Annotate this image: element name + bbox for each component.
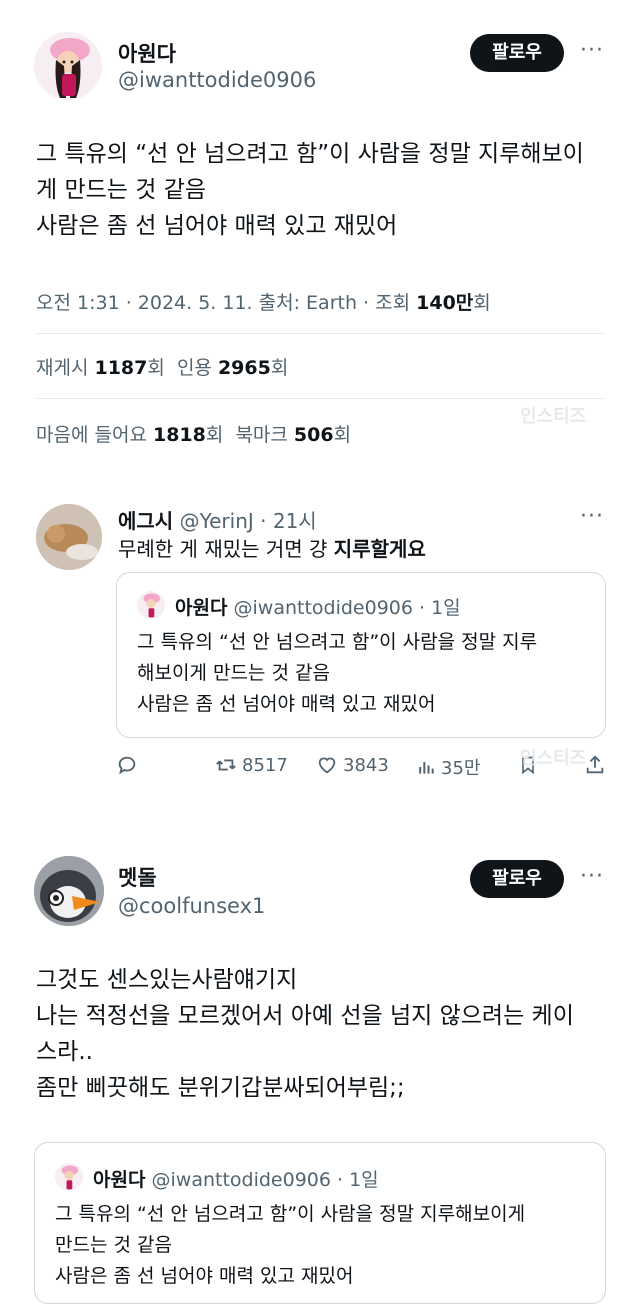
bookmark-count: 506 <box>293 424 334 446</box>
tweet-line: 게 만드는 것 같음 <box>36 177 207 203</box>
more-options-icon[interactable]: ··· <box>580 38 604 63</box>
view-count: 35만 <box>441 758 481 779</box>
reply-text-prefix: 무례한 게 재밌는 거면 걍 <box>118 537 334 561</box>
quote-label: 인용 <box>176 357 218 379</box>
avatar-figure-icon <box>61 1165 79 1190</box>
repost-quote-stats: 재게시 1187회 인용 2965회 <box>36 353 288 380</box>
like-count: 3843 <box>343 754 389 776</box>
author-name[interactable]: 에그시 <box>118 509 173 533</box>
author-name[interactable]: 아원다 <box>118 38 176 68</box>
reply-header: 에그시 @YerinJ · 21시 <box>118 505 317 534</box>
repost-suffix: 회 <box>147 357 165 379</box>
view-count: 140만 <box>416 292 474 314</box>
like-count: 1818 <box>152 424 206 446</box>
tweet-meta: 오전 1:31 · 2024. 5. 11. 출처: Earth · 조회 14… <box>36 288 491 315</box>
bookmark-suffix: 회 <box>333 424 352 446</box>
cat-photo-icon <box>36 504 102 570</box>
retweet-icon <box>216 759 236 771</box>
quote-line: 그 특유의 “선 안 넘으려고 함”이 사람을 정말 지루 <box>137 631 538 653</box>
retweet-button[interactable]: 8517 <box>215 754 288 776</box>
tweet-line: 그 특유의 “선 안 넘으려고 함”이 사람을 정말 지루해보이 <box>36 141 584 167</box>
quote-header: 아원다 @iwanttodide0906 · 1일 <box>93 1165 379 1192</box>
reply-text-bold: 지루할게요 <box>333 537 426 561</box>
quoted-tweet[interactable]: 아원다 @iwanttodide0906 · 1일 그 특유의 “선 안 넘으려… <box>116 572 606 738</box>
penguin-avatar-icon <box>34 856 104 926</box>
tweet-text: 그 특유의 “선 안 넘으려고 함”이 사람을 정말 지루해보이 게 만드는 것… <box>36 136 626 244</box>
like-bookmark-stats: 마음에 들어요 1818회 북마크 506회 <box>36 420 351 447</box>
quote-line: 사람은 좀 선 넘어야 매력 있고 재밌어 <box>137 693 436 715</box>
tweet-text: 그것도 센스있는사람얘기지 나는 적정선을 모르겠어서 아예 선을 넘지 않으려… <box>36 962 626 1106</box>
like-label: 마음에 들어요 <box>36 424 153 446</box>
follow-button[interactable]: 팔로우 <box>470 860 564 898</box>
bookmark-stat[interactable]: 북마크 506회 <box>235 424 351 446</box>
like-button[interactable]: 3843 <box>316 754 389 776</box>
quote-stat[interactable]: 인용 2965회 <box>177 357 288 379</box>
repost-label: 재게시 <box>36 357 95 379</box>
quote-handle-time: @iwanttodide0906 · 1일 <box>233 597 461 619</box>
divider <box>36 333 606 334</box>
share-icon <box>586 755 604 774</box>
avatar[interactable] <box>34 32 102 100</box>
views-button[interactable]: 35만 <box>416 754 480 780</box>
heart-icon <box>318 757 336 774</box>
tweet-line: 좀만 삐끗해도 분위기갑분싸되어부림;; <box>36 1075 405 1101</box>
avatar[interactable] <box>34 856 104 926</box>
quote-author-name: 아원다 <box>175 597 228 619</box>
reply-text: 무례한 게 재밌는 거면 걍 지루할게요 <box>118 533 426 562</box>
quote-line: 해보이게 만드는 것 같음 <box>137 662 330 684</box>
follow-button[interactable]: 팔로우 <box>470 34 564 72</box>
quote-line: 그 특유의 “선 안 넘으려고 함”이 사람을 정말 지루해보이게 <box>55 1203 526 1225</box>
author-handle[interactable]: @iwanttodide0906 <box>118 68 316 92</box>
author-handle[interactable]: @coolfunsex1 <box>118 894 265 918</box>
tweet-line: 사람은 좀 선 넘어야 매력 있고 재밌어 <box>36 213 398 239</box>
tweet-line: 스라.. <box>36 1039 93 1065</box>
quote-text: 그 특유의 “선 안 넘으려고 함”이 사람을 정말 지루해보이게 만드는 것 … <box>55 1199 525 1292</box>
avatar <box>137 591 165 619</box>
watermark: 인스티즈 <box>520 748 587 769</box>
author-handle-time[interactable]: @YerinJ · 21시 <box>180 509 317 533</box>
retweet-count: 8517 <box>242 754 288 776</box>
share-button[interactable] <box>584 754 611 776</box>
quote-line: 사람은 좀 선 넘어야 매력 있고 재밌어 <box>55 1265 354 1287</box>
reply-button[interactable] <box>116 754 143 776</box>
view-suffix: 회 <box>473 292 491 314</box>
more-options-icon[interactable]: ··· <box>580 504 604 529</box>
repost-stat[interactable]: 재게시 1187회 <box>36 357 165 379</box>
like-stat[interactable]: 마음에 들어요 1818회 <box>36 424 223 446</box>
like-suffix: 회 <box>205 424 224 446</box>
quote-author-name: 아원다 <box>93 1169 146 1191</box>
timestamp-source[interactable]: 오전 1:31 · 2024. 5. 11. 출처: Earth · 조회 <box>36 292 416 314</box>
quote-header: 아원다 @iwanttodide0906 · 1일 <box>175 593 461 620</box>
author-name[interactable]: 멧돌 <box>118 862 157 892</box>
quote-text: 그 특유의 “선 안 넘으려고 함”이 사람을 정말 지루 해보이게 만드는 것… <box>137 627 537 720</box>
avatar-figure-icon <box>50 38 90 98</box>
quote-line: 만드는 것 같음 <box>55 1234 172 1256</box>
bookmark-label: 북마크 <box>235 424 294 446</box>
quote-count: 2965 <box>217 357 271 379</box>
more-options-icon[interactable]: ··· <box>580 864 604 889</box>
quote-suffix: 회 <box>270 357 289 379</box>
tweet-line: 나는 적정선을 모르겠어서 아예 선을 넘지 않으려는 케이 <box>36 1003 574 1029</box>
repost-count: 1187 <box>94 357 148 379</box>
avatar-figure-icon <box>143 593 161 618</box>
analytics-icon <box>419 762 434 774</box>
quote-handle-time: @iwanttodide0906 · 1일 <box>151 1169 379 1191</box>
avatar <box>55 1163 83 1191</box>
reply-icon <box>118 756 136 775</box>
watermark: 인스티즈 <box>520 406 587 427</box>
divider <box>36 398 606 399</box>
avatar[interactable] <box>36 504 102 570</box>
tweet-line: 그것도 센스있는사람얘기지 <box>36 967 298 993</box>
